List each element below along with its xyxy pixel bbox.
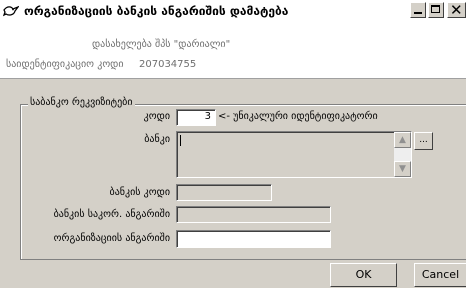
identification-code-label: საიდენტიფიკაციო კოდი (6, 59, 124, 70)
organization-info-panel: დასახელება შპს "დარიალი" საიდენტიფიკაციო… (0, 22, 466, 79)
text-caret (180, 135, 181, 146)
bank-corr-account-field (176, 206, 331, 223)
bank-memo-scrollbar[interactable]: ▲ ▼ (394, 132, 411, 177)
bank-label: ბანკი (144, 134, 170, 145)
unique-identifier-hint: <- უნიკალური იდენტიფიკატორი (218, 111, 378, 122)
ok-button[interactable]: OK (330, 263, 397, 287)
chevron-down-icon: ▼ (399, 164, 406, 174)
scroll-up-button[interactable]: ▲ (394, 132, 411, 148)
close-button[interactable]: ✕ (447, 1, 466, 19)
browse-bank-button[interactable]: ... (414, 132, 433, 150)
bank-memo-field[interactable] (176, 131, 412, 178)
cancel-button[interactable]: Cancel (414, 263, 466, 287)
bank-code-label: ბანკის კოდი (109, 187, 170, 198)
dialog-window: ორგანიზაციის ბანკის ანგარიშის დამატება ✕… (0, 0, 466, 288)
organization-name: დასახელება შპს "დარიალი" (92, 39, 231, 50)
minimize-button[interactable] (410, 2, 426, 18)
code-input[interactable]: 3 (176, 109, 216, 126)
identification-code-value: 207034755 (139, 59, 197, 70)
bank-details-group-title: საბანკო რეკვიზიტები (28, 97, 135, 108)
title-bar[interactable]: ორგანიზაციის ბანკის ანგარიშის დამატება ✕ (0, 0, 466, 23)
organization-account-input[interactable] (176, 230, 331, 248)
dove-app-icon (2, 3, 20, 19)
bank-corr-account-label: ბანკის საკორ. ანგარიში (53, 209, 170, 220)
maximize-button[interactable] (428, 2, 444, 18)
organization-account-label: ორგანიზაციის ანგარიში (53, 233, 170, 244)
minimize-icon (414, 12, 422, 14)
window-title: ორგანიზაციის ბანკის ანგარიშის დამატება (24, 4, 289, 18)
scroll-down-button[interactable]: ▼ (394, 161, 411, 177)
chevron-up-icon: ▲ (399, 135, 406, 145)
close-icon: ✕ (450, 1, 463, 19)
bank-code-field (176, 184, 272, 201)
code-label: კოდი (143, 111, 170, 122)
maximize-icon (431, 5, 440, 13)
